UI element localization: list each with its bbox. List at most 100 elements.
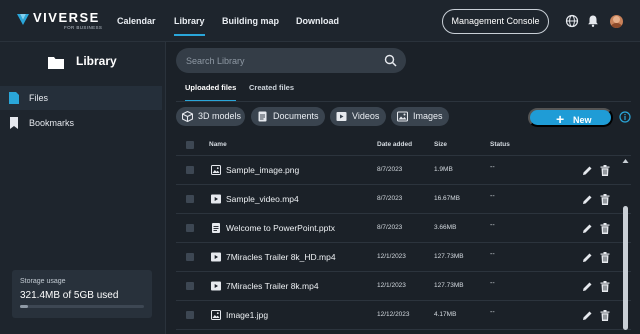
filter-label: 3D models [198,111,242,121]
main-content: Uploaded files Created files 3D models D… [167,42,640,334]
viverse-logo-mark [17,14,29,25]
file-name[interactable]: Sample_video.mp4 [226,194,299,204]
table-header: Name Date added Size Status [176,134,631,156]
table-scrollbar[interactable] [622,158,629,334]
file-name[interactable]: 7Miracles Trailer 8k.mp4 [226,281,319,291]
filter-3d-models[interactable]: 3D models [176,107,245,126]
sidebar-item-files[interactable]: Files [0,86,162,110]
management-console-button[interactable]: Management Console [442,9,549,34]
row-checkbox[interactable] [186,195,194,203]
search-icon[interactable] [384,54,397,67]
trash-icon[interactable] [600,310,610,321]
bell-icon[interactable] [585,13,601,29]
file-name[interactable]: Sample_image.png [226,165,299,175]
file-size: 16.67MB [434,195,461,202]
storage-label: Storage usage [20,278,66,285]
globe-icon[interactable] [564,13,580,29]
nav-building-map[interactable]: Building map [222,0,279,42]
column-name[interactable]: Name [209,141,227,148]
row-checkbox[interactable] [186,224,194,232]
storage-usage-panel: Storage usage 321.4MB of 5GB used [12,270,152,318]
nav-library[interactable]: Library [174,0,205,42]
brand-tagline: FOR BUSINESS [64,25,103,30]
table-row[interactable]: 7Miracles Trailer 8k_HD.mp4 12/1/2023 127.… [176,243,631,272]
trash-icon[interactable] [600,252,610,263]
search-input[interactable] [186,53,376,68]
top-bar: VIVERSE FOR BUSINESS Calendar Library Bu… [0,0,640,42]
brand-name: VIVERSE [33,10,100,25]
scrollbar-thumb[interactable] [623,206,628,330]
table-row[interactable]: Image1.jpg 12/12/2023 4.17MB -- [176,301,631,330]
select-all-checkbox[interactable] [186,141,194,149]
filter-documents[interactable]: Documents [251,107,325,126]
sidebar-item-bookmarks[interactable]: Bookmarks [0,111,162,135]
pencil-icon[interactable] [582,165,593,176]
column-date-added[interactable]: Date added [377,141,412,148]
filter-images[interactable]: Images [391,107,449,126]
file-date: 8/7/2023 [377,166,403,173]
info-icon[interactable] [619,111,631,123]
viverse-logo[interactable]: VIVERSE FOR BUSINESS [16,10,103,32]
row-checkbox[interactable] [186,311,194,319]
row-checkbox[interactable] [186,166,194,174]
video-file-icon [211,281,221,291]
trash-icon[interactable] [600,223,610,234]
new-button[interactable]: + New [528,108,613,127]
trash-icon[interactable] [600,194,610,205]
row-checkbox[interactable] [186,253,194,261]
filter-videos[interactable]: Videos [330,107,386,126]
bookmark-icon [10,117,18,129]
trash-icon[interactable] [600,165,610,176]
trash-icon[interactable] [600,281,610,292]
sidebar: Library Files Bookmarks Storage usage 32… [0,42,166,334]
filter-label: Videos [352,111,380,121]
image-file-icon [211,310,221,320]
file-name[interactable]: Welcome to PowerPoint.pptx [226,223,335,233]
tab-uploaded-files[interactable]: Uploaded files [185,83,237,102]
file-date: 12/1/2023 [377,282,406,289]
file-name[interactable]: Image1.jpg [226,310,268,320]
table-row[interactable]: Welcome to PowerPoint.pptx 8/7/2023 3.66MB… [176,214,631,243]
folder-icon [48,57,64,69]
file-icon [9,92,19,104]
pencil-icon[interactable] [582,223,593,234]
image-icon [397,111,408,122]
file-size: 127.73MB [434,282,464,289]
file-date: 8/7/2023 [377,195,403,202]
file-size: 1.9MB [434,166,453,173]
cube-icon [182,111,193,122]
filter-label: Images [413,111,443,121]
file-status: -- [490,280,495,287]
pencil-icon[interactable] [582,281,593,292]
file-status: -- [490,251,495,258]
table-row[interactable]: 7Miracles Trailer 8k.mp4 12/1/2023 127.73M… [176,272,631,301]
file-name[interactable]: 7Miracles Trailer 8k_HD.mp4 [226,252,336,262]
tab-divider [176,101,631,102]
pencil-icon[interactable] [582,310,593,321]
sidebar-item-label: Files [29,93,49,103]
table-row[interactable]: Sample_video.mp4 8/7/2023 16.67MB -- [176,185,631,214]
storage-progress-bar [20,305,144,308]
document-icon [258,111,267,122]
pencil-icon[interactable] [582,194,593,205]
file-status: -- [490,164,495,171]
document-file-icon [212,223,220,233]
column-size[interactable]: Size [434,141,447,148]
image-file-icon [211,165,221,175]
scroll-up-arrow-icon[interactable] [622,158,629,164]
storage-progress-fill [20,305,28,308]
video-icon [336,112,347,121]
table-row[interactable]: Sample_image.png 8/7/2023 1.9MB -- [176,156,631,185]
tab-created-files[interactable]: Created files [249,83,294,102]
filter-label: Documents [273,111,319,121]
row-checkbox[interactable] [186,282,194,290]
plus-icon: + [556,111,565,127]
user-avatar[interactable] [610,15,623,28]
new-button-label: New [573,115,592,125]
video-file-icon [211,252,221,262]
pencil-icon[interactable] [582,252,593,263]
nav-download[interactable]: Download [296,0,339,42]
column-status[interactable]: Status [490,141,510,148]
search-bar [176,48,406,73]
nav-calendar[interactable]: Calendar [117,0,156,42]
